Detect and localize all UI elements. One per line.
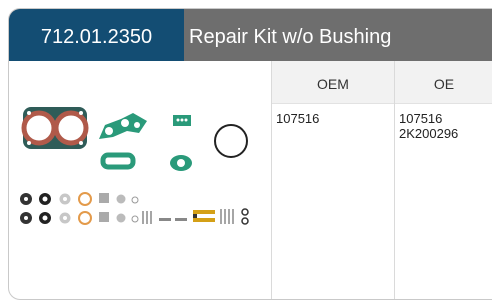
column-header-oem: OEM bbox=[317, 76, 349, 92]
bolt-icon bbox=[193, 210, 215, 222]
product-card: 712.01.2350 Repair Kit w/o Bushing OEM O… bbox=[8, 8, 492, 300]
spring-icon bbox=[142, 211, 152, 224]
product-image[interactable] bbox=[9, 61, 271, 299]
small-gasket-icon bbox=[173, 115, 191, 126]
oem-number: 107516 bbox=[276, 111, 320, 126]
oem-cell: 107516 bbox=[276, 111, 319, 126]
oe-number: 2K200296 bbox=[399, 126, 459, 141]
washer-row-2 bbox=[20, 208, 249, 225]
product-title: Repair Kit w/o Bushing bbox=[189, 26, 392, 48]
card-body: OEM OE 107516 107516 2K200296 bbox=[9, 61, 492, 299]
oe-number: 107516 bbox=[399, 111, 443, 126]
table-header: OEM OE bbox=[272, 61, 492, 104]
washer-row-1 bbox=[20, 192, 139, 206]
part-number: 712.01.2350 bbox=[9, 9, 184, 61]
oe-cell: 107516 2K200296 bbox=[399, 111, 458, 141]
flange-gasket-icon bbox=[170, 155, 192, 171]
divider bbox=[394, 61, 395, 299]
o-ring-icon bbox=[214, 124, 248, 158]
gasket-icon bbox=[21, 107, 89, 149]
valve-gasket-icon bbox=[99, 113, 147, 139]
column-header-oe: OE bbox=[433, 76, 455, 92]
card-header: 712.01.2350 Repair Kit w/o Bushing bbox=[9, 9, 492, 61]
seal-gasket-icon bbox=[100, 152, 136, 170]
